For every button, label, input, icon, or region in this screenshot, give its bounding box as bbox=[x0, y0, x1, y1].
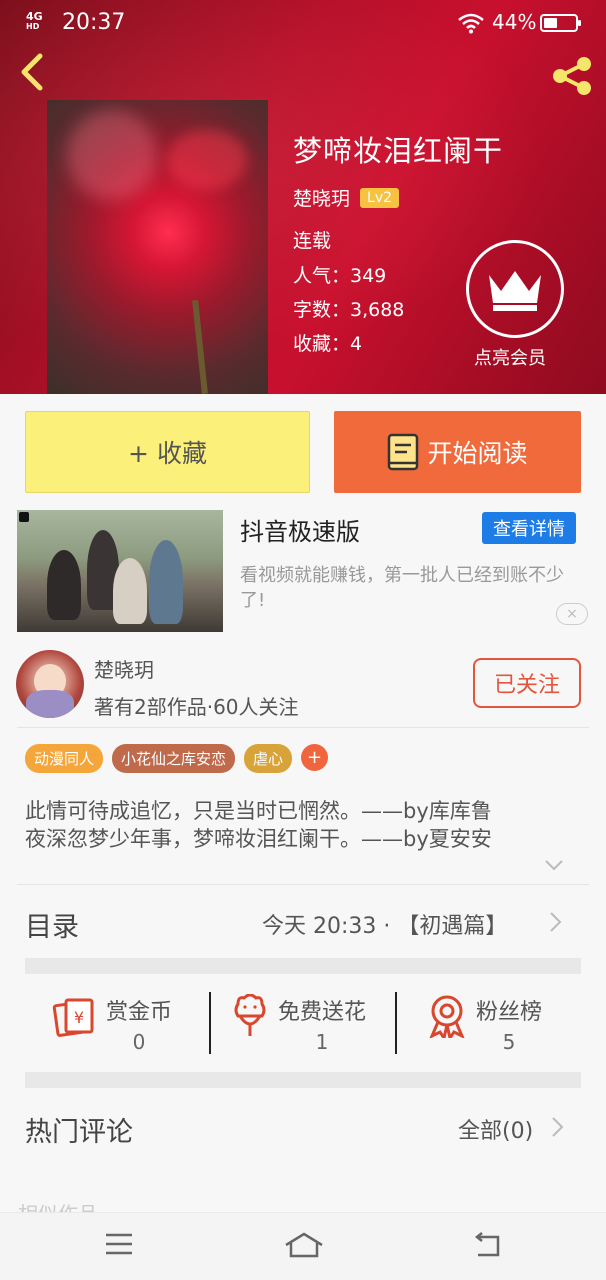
chevron-right-icon[interactable] bbox=[550, 1116, 564, 1138]
reward-value: 0 bbox=[132, 1030, 146, 1054]
book-intro: 此情可待成追忆，只是当时已惘然。——by库库鲁 夜深忽梦少年事，梦啼妆泪红阑干。… bbox=[25, 797, 585, 853]
network-type: 4G bbox=[26, 10, 43, 23]
author-stats: 著有2部作品·60人关注 bbox=[94, 695, 299, 719]
tag[interactable]: 小花仙之库安恋 bbox=[112, 744, 236, 773]
add-tag-button[interactable]: + bbox=[301, 744, 329, 771]
reward-label: 粉丝榜 bbox=[476, 1000, 543, 1025]
reward-fans[interactable]: 粉丝榜 5 bbox=[426, 994, 542, 1054]
book-cover[interactable] bbox=[47, 100, 268, 394]
tag-list: 动漫同人 小花仙之库安恋 虐心 + bbox=[25, 744, 329, 773]
home-icon[interactable] bbox=[284, 1231, 324, 1259]
start-reading-button[interactable]: 开始阅读 bbox=[334, 411, 581, 493]
svg-text:¥: ¥ bbox=[74, 1008, 84, 1027]
flower-icon bbox=[234, 994, 266, 1036]
back-icon[interactable] bbox=[14, 52, 50, 92]
section-separator bbox=[25, 958, 581, 974]
ad-detail-button[interactable]: 查看详情 bbox=[482, 512, 576, 544]
red-envelope-icon: ¥ bbox=[52, 998, 94, 1037]
book-popularity: 人气：349 bbox=[293, 265, 387, 287]
book-author[interactable]: 楚晓玥 bbox=[293, 184, 350, 211]
comments-all-link[interactable]: 全部(0) bbox=[458, 1113, 533, 1145]
reward-value: 1 bbox=[315, 1030, 329, 1054]
battery-icon bbox=[540, 14, 581, 32]
network-sub: HD bbox=[26, 22, 40, 31]
crown-icon bbox=[489, 271, 541, 311]
back-nav-icon[interactable] bbox=[472, 1231, 504, 1259]
ad-description: 看视频就能赚钱，第一批人已经到账不少了! bbox=[240, 565, 564, 611]
divider bbox=[17, 727, 589, 728]
vip-label: 点亮会员 bbox=[474, 348, 546, 369]
book-author-line: 楚晓玥 Lv2 bbox=[293, 184, 400, 211]
intro-line: 此情可待成追忆，只是当时已惘然。——by库库鲁 bbox=[25, 799, 492, 823]
intro-line: 夜深忽梦少年事，梦啼妆泪红阑干。——by夏安安 bbox=[25, 827, 492, 851]
cover-blur bbox=[67, 110, 157, 200]
cover-flower bbox=[167, 130, 247, 190]
comments-title: 热门评论 bbox=[25, 1117, 133, 1148]
reward-label: 免费送花 bbox=[278, 1000, 367, 1025]
book-status: 连载 bbox=[293, 230, 332, 252]
vip-button[interactable] bbox=[466, 240, 564, 338]
book-word-count: 字数：3,688 bbox=[293, 299, 405, 321]
ad-image[interactable] bbox=[17, 510, 223, 632]
section-separator bbox=[25, 1072, 581, 1088]
reward-label: 赏金币 bbox=[106, 1000, 173, 1025]
book-favorites: 收藏：4 bbox=[293, 333, 363, 355]
divider bbox=[17, 884, 589, 885]
share-icon[interactable] bbox=[548, 56, 596, 96]
catalog-title[interactable]: 目录 bbox=[25, 905, 79, 944]
chevron-right-icon[interactable] bbox=[548, 911, 562, 933]
author-name[interactable]: 楚晓玥 bbox=[94, 654, 154, 683]
book-icon bbox=[388, 433, 419, 471]
divider bbox=[209, 992, 211, 1054]
divider bbox=[395, 992, 397, 1054]
cover-stem bbox=[192, 299, 208, 394]
catalog-latest-chapter[interactable]: 今天 20:33 · 【初遇篇】 bbox=[262, 908, 507, 940]
menu-icon[interactable] bbox=[104, 1231, 134, 1257]
author-avatar[interactable] bbox=[16, 650, 84, 718]
level-badge: Lv2 bbox=[360, 187, 400, 208]
reward-gold[interactable]: ¥ 赏金币 0 bbox=[52, 994, 172, 1054]
wifi-icon bbox=[458, 13, 484, 34]
battery-percent: 44% bbox=[492, 10, 537, 34]
ad-close-button[interactable]: × bbox=[556, 603, 588, 625]
reward-value: 5 bbox=[502, 1030, 516, 1054]
book-title: 梦啼妆泪红阑干 bbox=[293, 134, 504, 168]
follow-button[interactable]: 已关注 bbox=[473, 658, 581, 708]
tag[interactable]: 动漫同人 bbox=[25, 744, 104, 773]
medal-icon bbox=[429, 995, 465, 1038]
system-nav-bar bbox=[0, 1212, 606, 1280]
ad-title[interactable]: 抖音极速版 bbox=[240, 512, 360, 547]
collect-button[interactable]: + 收藏 bbox=[25, 411, 310, 493]
clock: 20:37 bbox=[62, 10, 126, 35]
reward-flower[interactable]: 免费送花 1 bbox=[230, 994, 366, 1054]
status-bar: 4G HD 20:37 44% bbox=[0, 0, 606, 46]
network-indicator: 4G HD bbox=[26, 10, 43, 32]
chevron-down-icon[interactable] bbox=[544, 858, 564, 872]
start-reading-label: 开始阅读 bbox=[427, 439, 528, 468]
tag[interactable]: 虐心 bbox=[244, 744, 293, 773]
